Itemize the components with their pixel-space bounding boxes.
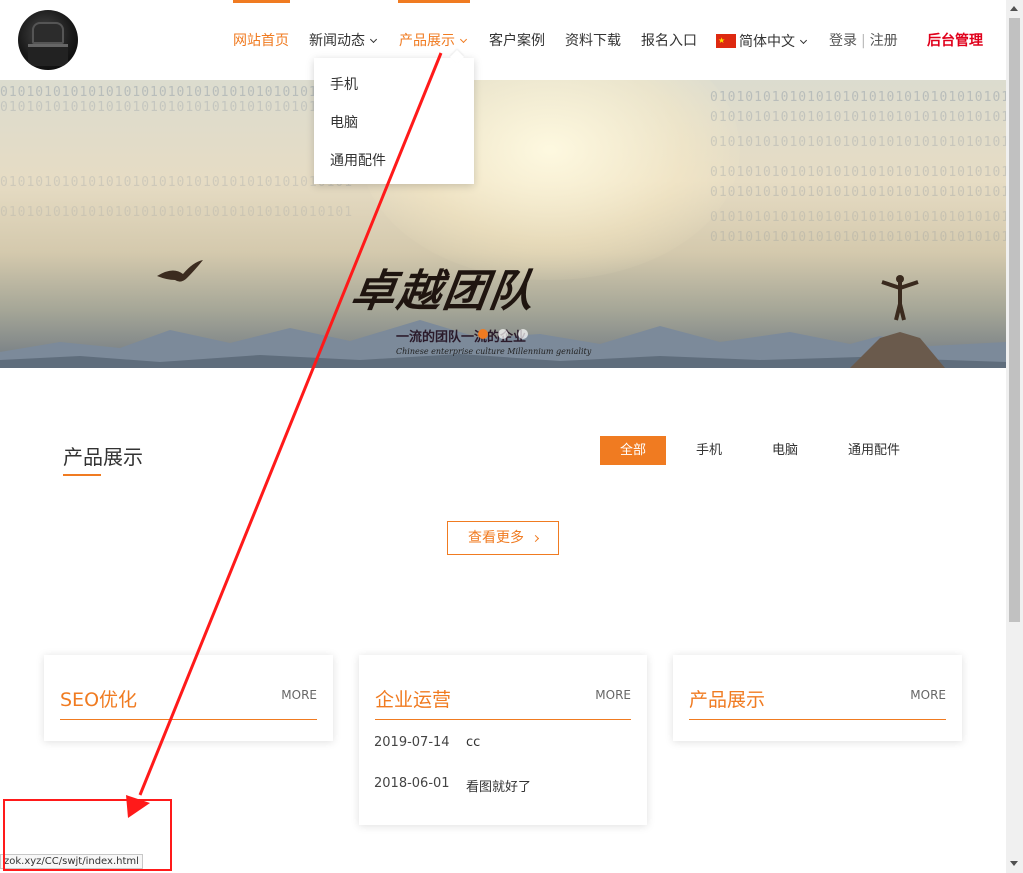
banner-binary-pattern: 0101010101010101010101010101010101010101 xyxy=(710,230,1006,245)
scroll-up-arrow-icon[interactable] xyxy=(1010,6,1018,11)
hero-banner[interactable]: 0101010101010101010101010101010101010101… xyxy=(0,80,1006,368)
auth-links: 登录 | 注册 xyxy=(829,32,898,50)
scrollbar-thumb[interactable] xyxy=(1009,18,1020,622)
chevron-down-icon xyxy=(799,36,808,45)
banner-binary-pattern: 0101010101010101010101010101010101010101 xyxy=(710,210,1006,225)
card-more-link[interactable]: MORE xyxy=(595,688,631,702)
register-link[interactable]: 注册 xyxy=(870,33,898,49)
banner-binary-pattern: 0101010101010101010101010101010101010101 xyxy=(710,90,1006,105)
products-dropdown-menu: 手机 电脑 通用配件 xyxy=(314,58,474,184)
nav-register-entry[interactable]: 报名入口 xyxy=(641,32,697,50)
page: 网站首页 新闻动态 产品展示 客户案例 资料下载 报名入口 简体中文 登录|注册… xyxy=(0,0,1023,873)
banner-eagle xyxy=(157,260,203,282)
nav-cases[interactable]: 客户案例 xyxy=(489,32,545,50)
card-seo: SEO优化 MORE xyxy=(44,655,333,741)
dropdown-item-computer[interactable]: 电脑 xyxy=(330,112,358,132)
tab-phone[interactable]: 手机 xyxy=(678,436,740,465)
carousel-dot-3[interactable] xyxy=(518,329,528,339)
view-more-label: 查看更多 xyxy=(468,530,524,546)
banner-binary-pattern: 0101010101010101010101010101010101010101 xyxy=(710,135,1006,150)
card-divider xyxy=(60,719,317,720)
carousel-dot-1[interactable] xyxy=(478,329,488,339)
section-title-underline xyxy=(63,474,101,476)
site-header: 网站首页 新闻动态 产品展示 客户案例 资料下载 报名入口 简体中文 登录|注册… xyxy=(0,0,1006,80)
card-title: SEO优化 xyxy=(60,689,138,711)
banner-binary-pattern: 0101010101010101010101010101010101010101 xyxy=(0,85,354,100)
view-more-button[interactable]: 查看更多 xyxy=(447,521,559,555)
banner-binary-pattern: 0101010101010101010101010101010101010101 xyxy=(710,110,1006,125)
scroll-down-arrow-icon[interactable] xyxy=(1010,861,1018,866)
vertical-scrollbar[interactable] xyxy=(1006,0,1023,873)
chevron-right-icon xyxy=(531,534,540,543)
status-bar-url: zok.xyz/CC/swjt/index.html xyxy=(0,854,143,869)
nav-products[interactable]: 产品展示 xyxy=(399,32,468,50)
banner-binary-pattern: 0101010101010101010101010101010101010101 xyxy=(710,165,1006,180)
tab-computer[interactable]: 电脑 xyxy=(754,436,816,465)
nav-downloads[interactable]: 资料下载 xyxy=(565,32,621,50)
dropdown-item-phone[interactable]: 手机 xyxy=(330,74,358,94)
nav-news[interactable]: 新闻动态 xyxy=(309,32,378,50)
card-title: 产品展示 xyxy=(689,689,766,711)
dropdown-item-accessories[interactable]: 通用配件 xyxy=(330,150,386,170)
news-title[interactable]: 看图就好了 xyxy=(466,776,531,795)
chevron-down-icon xyxy=(459,35,468,44)
chevron-down-icon xyxy=(369,35,378,44)
banner-subtitle-en: Chinese enterprise culture Millennium ge… xyxy=(396,347,592,356)
card-more-link[interactable]: MORE xyxy=(910,688,946,702)
news-date: 2018-06-01 xyxy=(374,776,450,791)
login-link[interactable]: 登录 xyxy=(829,33,857,49)
carousel-dot-2[interactable] xyxy=(498,329,508,339)
card-divider xyxy=(375,719,631,720)
nav-active-indicator-products xyxy=(398,0,470,3)
banner-binary-pattern: 0101010101010101010101010101010101010101 xyxy=(710,185,1006,200)
news-date: 2019-07-14 xyxy=(374,735,450,750)
card-operations: 企业运营 MORE 2019-07-14 cc 2018-06-01 看图就好了 xyxy=(359,655,647,825)
admin-link[interactable]: 后台管理 xyxy=(927,32,983,50)
card-divider xyxy=(689,719,946,720)
nav-home[interactable]: 网站首页 xyxy=(233,32,289,50)
products-section-title: 产品展示 xyxy=(63,445,143,469)
nav-active-indicator-home xyxy=(233,0,290,3)
banner-binary-pattern: 0101010101010101010101010101010101010101 xyxy=(0,175,354,190)
auth-separator: | xyxy=(861,33,866,49)
card-more-link[interactable]: MORE xyxy=(281,688,317,702)
tab-accessories[interactable]: 通用配件 xyxy=(830,436,918,465)
banner-binary-pattern: 0101010101010101010101010101010101010101 xyxy=(0,205,354,220)
language-switcher[interactable]: 简体中文 xyxy=(716,32,808,51)
annotation-arrow-head xyxy=(126,795,150,818)
tab-all[interactable]: 全部 xyxy=(600,436,666,465)
banner-title: 卓越团队 xyxy=(347,266,539,317)
card-title: 企业运营 xyxy=(375,689,452,711)
china-flag-icon xyxy=(716,32,736,50)
banner-binary-pattern: 0101010101010101010101010101010101010101 xyxy=(0,100,354,115)
site-logo[interactable] xyxy=(18,10,78,70)
news-title[interactable]: cc xyxy=(466,735,480,750)
card-products: 产品展示 MORE xyxy=(673,655,962,741)
banner-man-figure xyxy=(881,275,919,321)
